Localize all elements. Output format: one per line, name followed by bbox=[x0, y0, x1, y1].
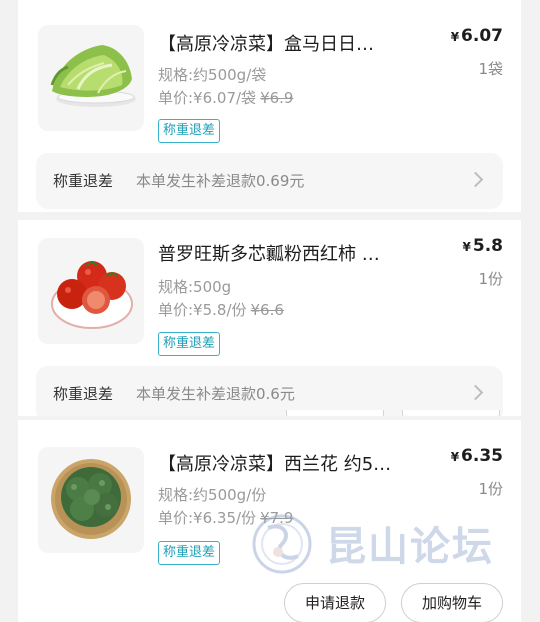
original-price: ¥6.6 bbox=[250, 301, 284, 319]
watermark-text: 昆山论坛 bbox=[326, 524, 494, 570]
product-title[interactable]: 【高原冷凉菜】盒马日日… bbox=[158, 30, 428, 56]
refund-label: 称重退差 bbox=[53, 385, 114, 403]
weigh-refund-badge: 称重退差 bbox=[158, 541, 221, 565]
add-to-cart-button[interactable]: 加购物车 bbox=[401, 583, 503, 622]
unit-price: 单价:¥5.8/份 ¥6.6 bbox=[158, 301, 284, 319]
product-image-tomatoes[interactable] bbox=[38, 238, 144, 344]
product-title[interactable]: 普罗旺斯多芯瓤粉西红柿 … bbox=[158, 240, 428, 266]
weigh-refund-badge: 称重退差 bbox=[158, 332, 221, 356]
lettuce-image bbox=[50, 45, 136, 107]
broccoli-image bbox=[51, 459, 131, 539]
product-image-broccoli[interactable] bbox=[38, 447, 144, 553]
order-item-card: 【高原冷凉菜】盒马日日… ¥6.07 1袋 规格:约500g/袋 单价:¥6.0… bbox=[18, 0, 521, 212]
chevron-right-icon bbox=[467, 171, 484, 188]
product-quantity: 1袋 bbox=[478, 60, 503, 78]
hidden-button[interactable] bbox=[286, 410, 384, 416]
product-title[interactable]: 【高原冷凉菜】西兰花 约5… bbox=[158, 450, 428, 476]
refund-info-row[interactable]: 称重退差 本单发生补差退款0.69元 bbox=[36, 153, 503, 209]
forum-logo-icon bbox=[252, 514, 312, 574]
chevron-right-icon bbox=[467, 384, 484, 401]
original-price: ¥6.9 bbox=[260, 89, 294, 107]
product-price: ¥6.35 bbox=[450, 446, 503, 466]
apply-refund-button[interactable]: 申请退款 bbox=[284, 583, 386, 622]
weigh-refund-badge: 称重退差 bbox=[158, 119, 221, 143]
product-quantity: 1份 bbox=[478, 480, 503, 498]
product-price: ¥6.07 bbox=[450, 26, 503, 46]
refund-info-row[interactable]: 称重退差 本单发生补差退款0.6元 bbox=[36, 366, 503, 416]
product-spec: 规格:约500g/袋 bbox=[158, 66, 267, 84]
order-item-card: 普罗旺斯多芯瓤粉西红柿 … ¥5.8 1份 规格:500g 单价:¥5.8/份 ¥… bbox=[18, 220, 521, 416]
product-price: ¥5.8 bbox=[462, 236, 503, 256]
hidden-button[interactable] bbox=[402, 410, 500, 416]
refund-text: 本单发生补差退款0.69元 bbox=[136, 172, 305, 190]
product-spec: 规格:约500g/份 bbox=[158, 486, 267, 504]
product-quantity: 1份 bbox=[478, 270, 503, 288]
unit-price: 单价:¥6.07/袋 ¥6.9 bbox=[158, 89, 294, 107]
product-image-lettuce[interactable] bbox=[38, 25, 144, 131]
refund-label: 称重退差 bbox=[53, 172, 114, 190]
product-spec: 规格:500g bbox=[158, 278, 232, 296]
tomato-image bbox=[51, 260, 133, 329]
refund-text: 本单发生补差退款0.6元 bbox=[136, 385, 295, 403]
watermark: 昆山论坛 bbox=[248, 508, 538, 578]
